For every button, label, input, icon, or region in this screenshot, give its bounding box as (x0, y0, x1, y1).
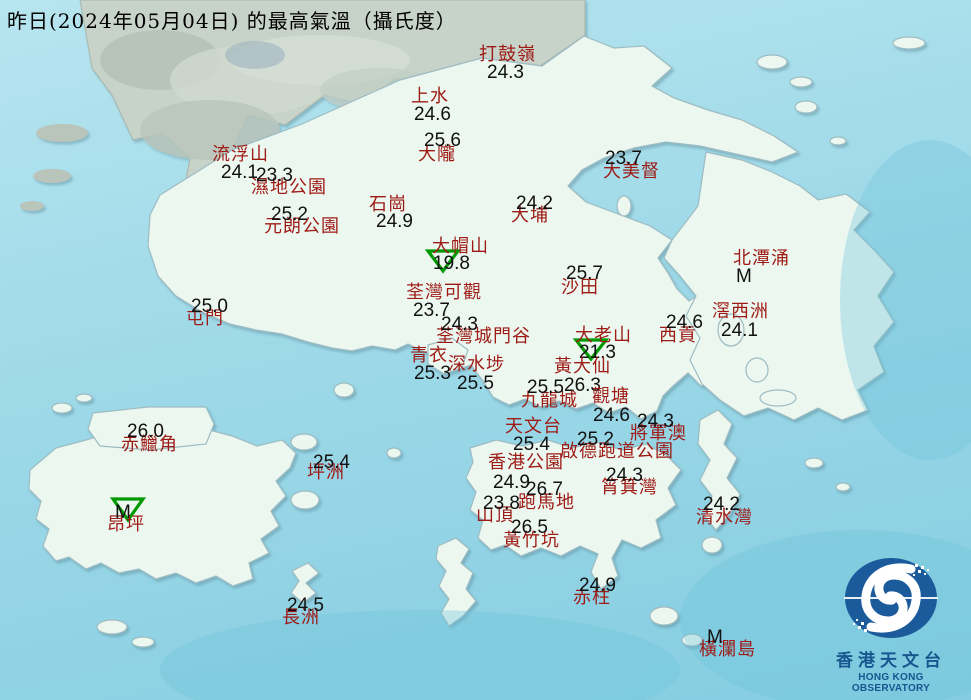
station-value: 24.2 (703, 494, 740, 515)
map-title: 昨日(2024年05月04日) 的最高氣溫（攝氏度） (7, 9, 457, 33)
station-value: 24.3 (637, 411, 674, 432)
station-value: 24.9 (493, 472, 530, 493)
station-value: 25.5 (457, 373, 494, 394)
station-value: 26.0 (127, 421, 164, 442)
station-value: 24.3 (487, 62, 524, 83)
station-value: 24.9 (579, 575, 616, 596)
station-value: 25.0 (191, 296, 228, 317)
hko-logo-name-cn: 香港天文台 (836, 651, 946, 671)
station-value: 19.8 (433, 253, 470, 274)
hko-logo-name-en: HONG KONG OBSERVATORY (851, 672, 931, 694)
station-name-label: 黃大仙 (554, 356, 611, 377)
station-value: 25.6 (424, 130, 461, 151)
station-value: 24.3 (441, 314, 478, 335)
station-value: 26.7 (526, 479, 563, 500)
station-value: 25.2 (577, 429, 614, 450)
station-name-label: 觀塘 (592, 386, 630, 407)
station-value: 25.5 (527, 377, 564, 398)
station-value: M (115, 502, 131, 523)
station-value: M (736, 266, 752, 287)
station-name-label: 香港公園 (488, 452, 564, 473)
station-value: 24.6 (414, 104, 451, 125)
station-value: 23.7 (605, 148, 642, 169)
station-value: 24.6 (593, 405, 630, 426)
station-value: 24.9 (376, 211, 413, 232)
station-value: 23.3 (256, 165, 293, 186)
station-value: 24.2 (516, 193, 553, 214)
station-name-label: 滘西洲 (712, 301, 769, 322)
station-value: 25.2 (271, 204, 308, 225)
station-value: 25.7 (566, 263, 603, 284)
station-value: 25.3 (414, 363, 451, 384)
weather-map-canvas: 打鼓嶺 24.3 上水 24.6 大隴 25.6 流浮山 24.1 濕地公園 23.3 元朗公園 25… (0, 0, 971, 700)
station-value: 23.8 (483, 493, 520, 514)
hko-logo: 香港天文台 HONG KONG OBSERVATORY (823, 556, 959, 694)
station-value: M (707, 627, 723, 648)
station-value: 25.4 (313, 452, 350, 473)
hko-logo-icon (844, 558, 938, 638)
station-value: 24.3 (606, 465, 643, 486)
station-value: 24.6 (666, 312, 703, 333)
station-name-label: 深水埗 (448, 354, 505, 375)
station-value: 24.1 (721, 320, 758, 341)
station-value: 24.5 (287, 595, 324, 616)
station-value: 26.5 (511, 517, 548, 538)
